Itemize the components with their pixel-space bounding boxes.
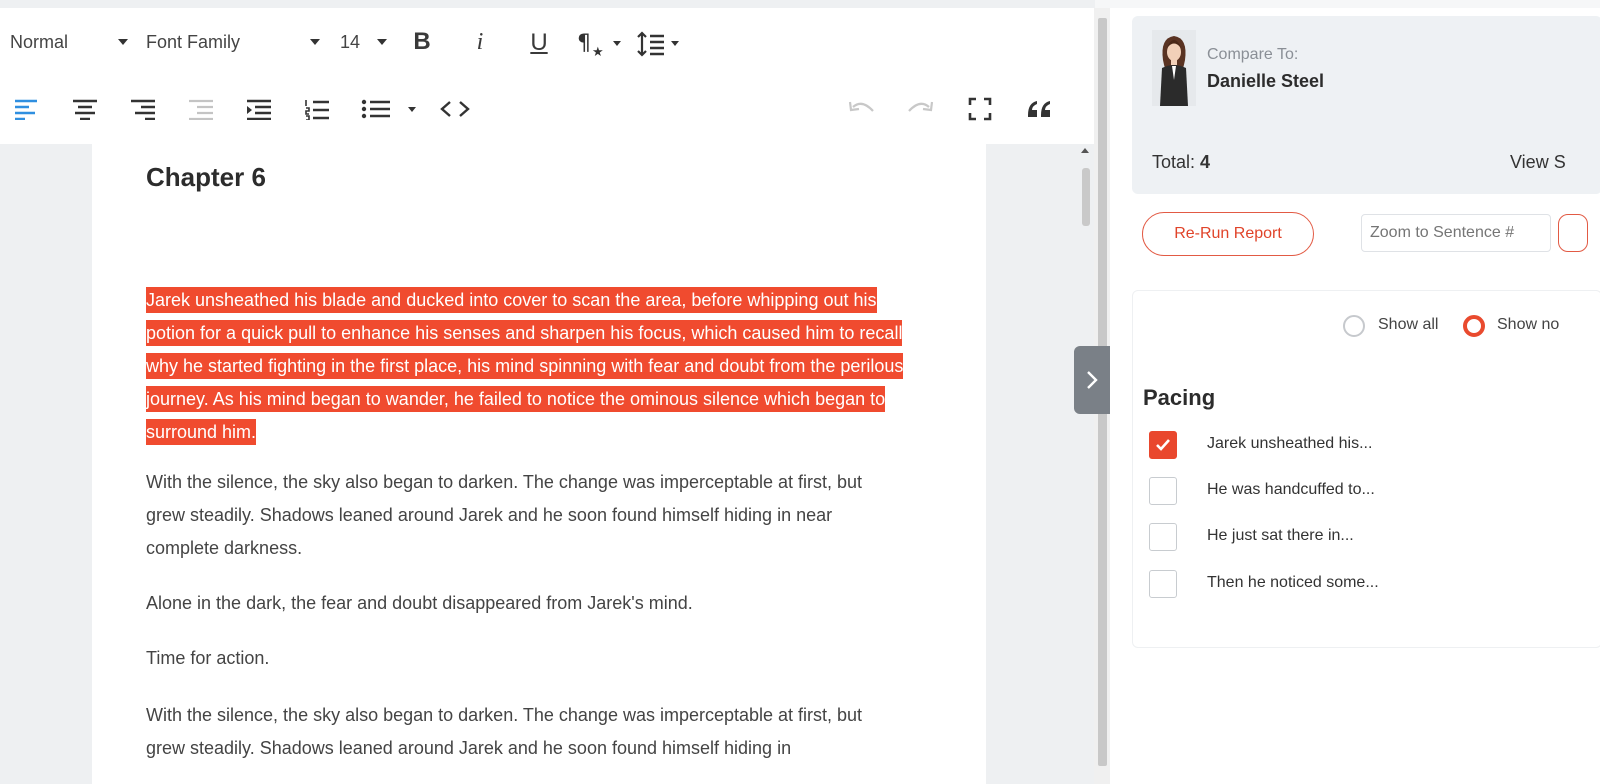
- show-all-radio[interactable]: [1343, 315, 1365, 337]
- editor-toolbar: Normal Font Family 14 B i U ¶ ★: [0, 8, 1095, 144]
- author-avatar: [1152, 30, 1196, 106]
- align-center-icon: [73, 99, 97, 120]
- total-count: Total: 4: [1152, 152, 1210, 173]
- document-page[interactable]: Chapter 6 Jarek unsheathed his blade and…: [92, 144, 986, 784]
- undo-icon: [848, 101, 874, 112]
- chevron-down-icon[interactable]: [310, 39, 320, 45]
- chevron-right-icon: [1087, 371, 1098, 389]
- align-left-button[interactable]: [12, 96, 42, 122]
- total-label-text: Total:: [1152, 152, 1196, 172]
- ordered-list-icon: [305, 100, 329, 120]
- quote-icon: [1028, 101, 1050, 117]
- redo-button[interactable]: [904, 96, 936, 122]
- bullet-list-button[interactable]: [360, 96, 420, 122]
- pilcrow-star-icon: ¶ ★: [577, 31, 621, 58]
- line-height-icon: [637, 31, 679, 57]
- svg-text:¶: ¶: [577, 31, 591, 56]
- ordered-list-button[interactable]: [302, 96, 332, 122]
- item-label[interactable]: Then he noticed some...: [1207, 574, 1379, 592]
- compare-card: Compare To: Danielle Steel Total: 4 View…: [1132, 16, 1600, 194]
- paragraph-style-select[interactable]: Normal: [10, 28, 68, 56]
- code-icon: [440, 101, 470, 117]
- outdent-icon: [189, 99, 213, 120]
- item-label[interactable]: He just sat there in...: [1207, 527, 1354, 545]
- editor-pane: Normal Font Family 14 B i U ¶ ★ Chapter …: [0, 0, 1095, 784]
- item-checkbox[interactable]: [1149, 523, 1177, 551]
- item-checkbox[interactable]: [1149, 570, 1177, 598]
- view-link[interactable]: View S: [1510, 152, 1566, 173]
- svg-text:★: ★: [592, 45, 604, 58]
- paragraph-style-value: Normal: [10, 31, 69, 52]
- total-value: 4: [1200, 152, 1211, 172]
- show-other-radio[interactable]: [1463, 315, 1485, 337]
- align-right-icon: [131, 99, 155, 120]
- paragraph[interactable]: With the silence, the sky also began to …: [146, 466, 906, 565]
- zoom-to-sentence-input[interactable]: [1361, 214, 1551, 252]
- compare-author-name: Danielle Steel: [1207, 71, 1325, 91]
- report-panel: Compare To: Danielle Steel Total: 4 View…: [1110, 8, 1600, 784]
- highlighted-paragraph-text: Jarek unsheathed his blade and ducked in…: [146, 287, 904, 445]
- font-size-value: 14: [340, 31, 361, 52]
- results-card: Show all Show no Pacing Jarek unsheathed…: [1132, 290, 1600, 648]
- paragraph-format-button[interactable]: ¶ ★: [574, 28, 624, 60]
- align-center-button[interactable]: [70, 96, 100, 122]
- item-label[interactable]: Jarek unsheathed his...: [1207, 435, 1372, 453]
- collapse-panel-button[interactable]: [1074, 346, 1110, 414]
- outdent-button[interactable]: [186, 96, 216, 122]
- chevron-down-icon[interactable]: [118, 39, 128, 45]
- document-scrollbar-thumb[interactable]: [1082, 168, 1090, 226]
- paragraph[interactable]: With the silence, the sky also began to …: [146, 699, 906, 765]
- italic-label: i: [476, 28, 484, 55]
- font-family-value: Font Family: [146, 31, 241, 52]
- zoom-go-button[interactable]: [1558, 214, 1588, 252]
- section-title: Pacing: [1143, 385, 1216, 410]
- bold-button[interactable]: B: [408, 26, 436, 58]
- underline-button[interactable]: U: [524, 26, 554, 60]
- align-left-icon: [15, 99, 37, 120]
- font-size-select[interactable]: 14: [340, 28, 360, 56]
- rerun-report-button[interactable]: Re-Run Report: [1142, 212, 1314, 256]
- item-label[interactable]: He was handcuffed to...: [1207, 481, 1375, 499]
- indent-icon: [247, 99, 271, 120]
- indent-button[interactable]: [244, 96, 274, 122]
- item-checkbox[interactable]: [1149, 477, 1177, 505]
- scroll-up-arrow-icon[interactable]: [1081, 148, 1089, 153]
- item-checkbox[interactable]: [1149, 431, 1177, 459]
- italic-button[interactable]: i: [466, 26, 494, 58]
- show-other-label: Show no: [1497, 316, 1560, 333]
- bold-label: B: [413, 28, 431, 55]
- line-height-button[interactable]: [634, 28, 682, 60]
- blockquote-button[interactable]: [1022, 94, 1056, 124]
- chapter-title: Chapter 6: [146, 162, 266, 192]
- code-view-button[interactable]: [438, 96, 472, 122]
- compare-to-label: Compare To:: [1207, 46, 1299, 63]
- highlighted-paragraph[interactable]: Jarek unsheathed his blade and ducked in…: [146, 284, 916, 449]
- paragraph[interactable]: Time for action.: [146, 642, 906, 675]
- paragraph[interactable]: Alone in the dark, the fear and doubt di…: [146, 587, 906, 620]
- fullscreen-icon: [968, 97, 992, 121]
- chevron-down-icon[interactable]: [377, 39, 387, 45]
- checkmark-icon: [1156, 439, 1170, 451]
- fullscreen-button[interactable]: [964, 94, 996, 124]
- undo-button[interactable]: [846, 96, 878, 122]
- font-family-select[interactable]: Font Family: [146, 28, 240, 56]
- underline-label: U: [530, 29, 548, 56]
- redo-icon: [908, 101, 934, 112]
- align-right-button[interactable]: [128, 96, 158, 122]
- bullet-list-icon: [361, 99, 416, 119]
- show-all-label: Show all: [1378, 316, 1439, 333]
